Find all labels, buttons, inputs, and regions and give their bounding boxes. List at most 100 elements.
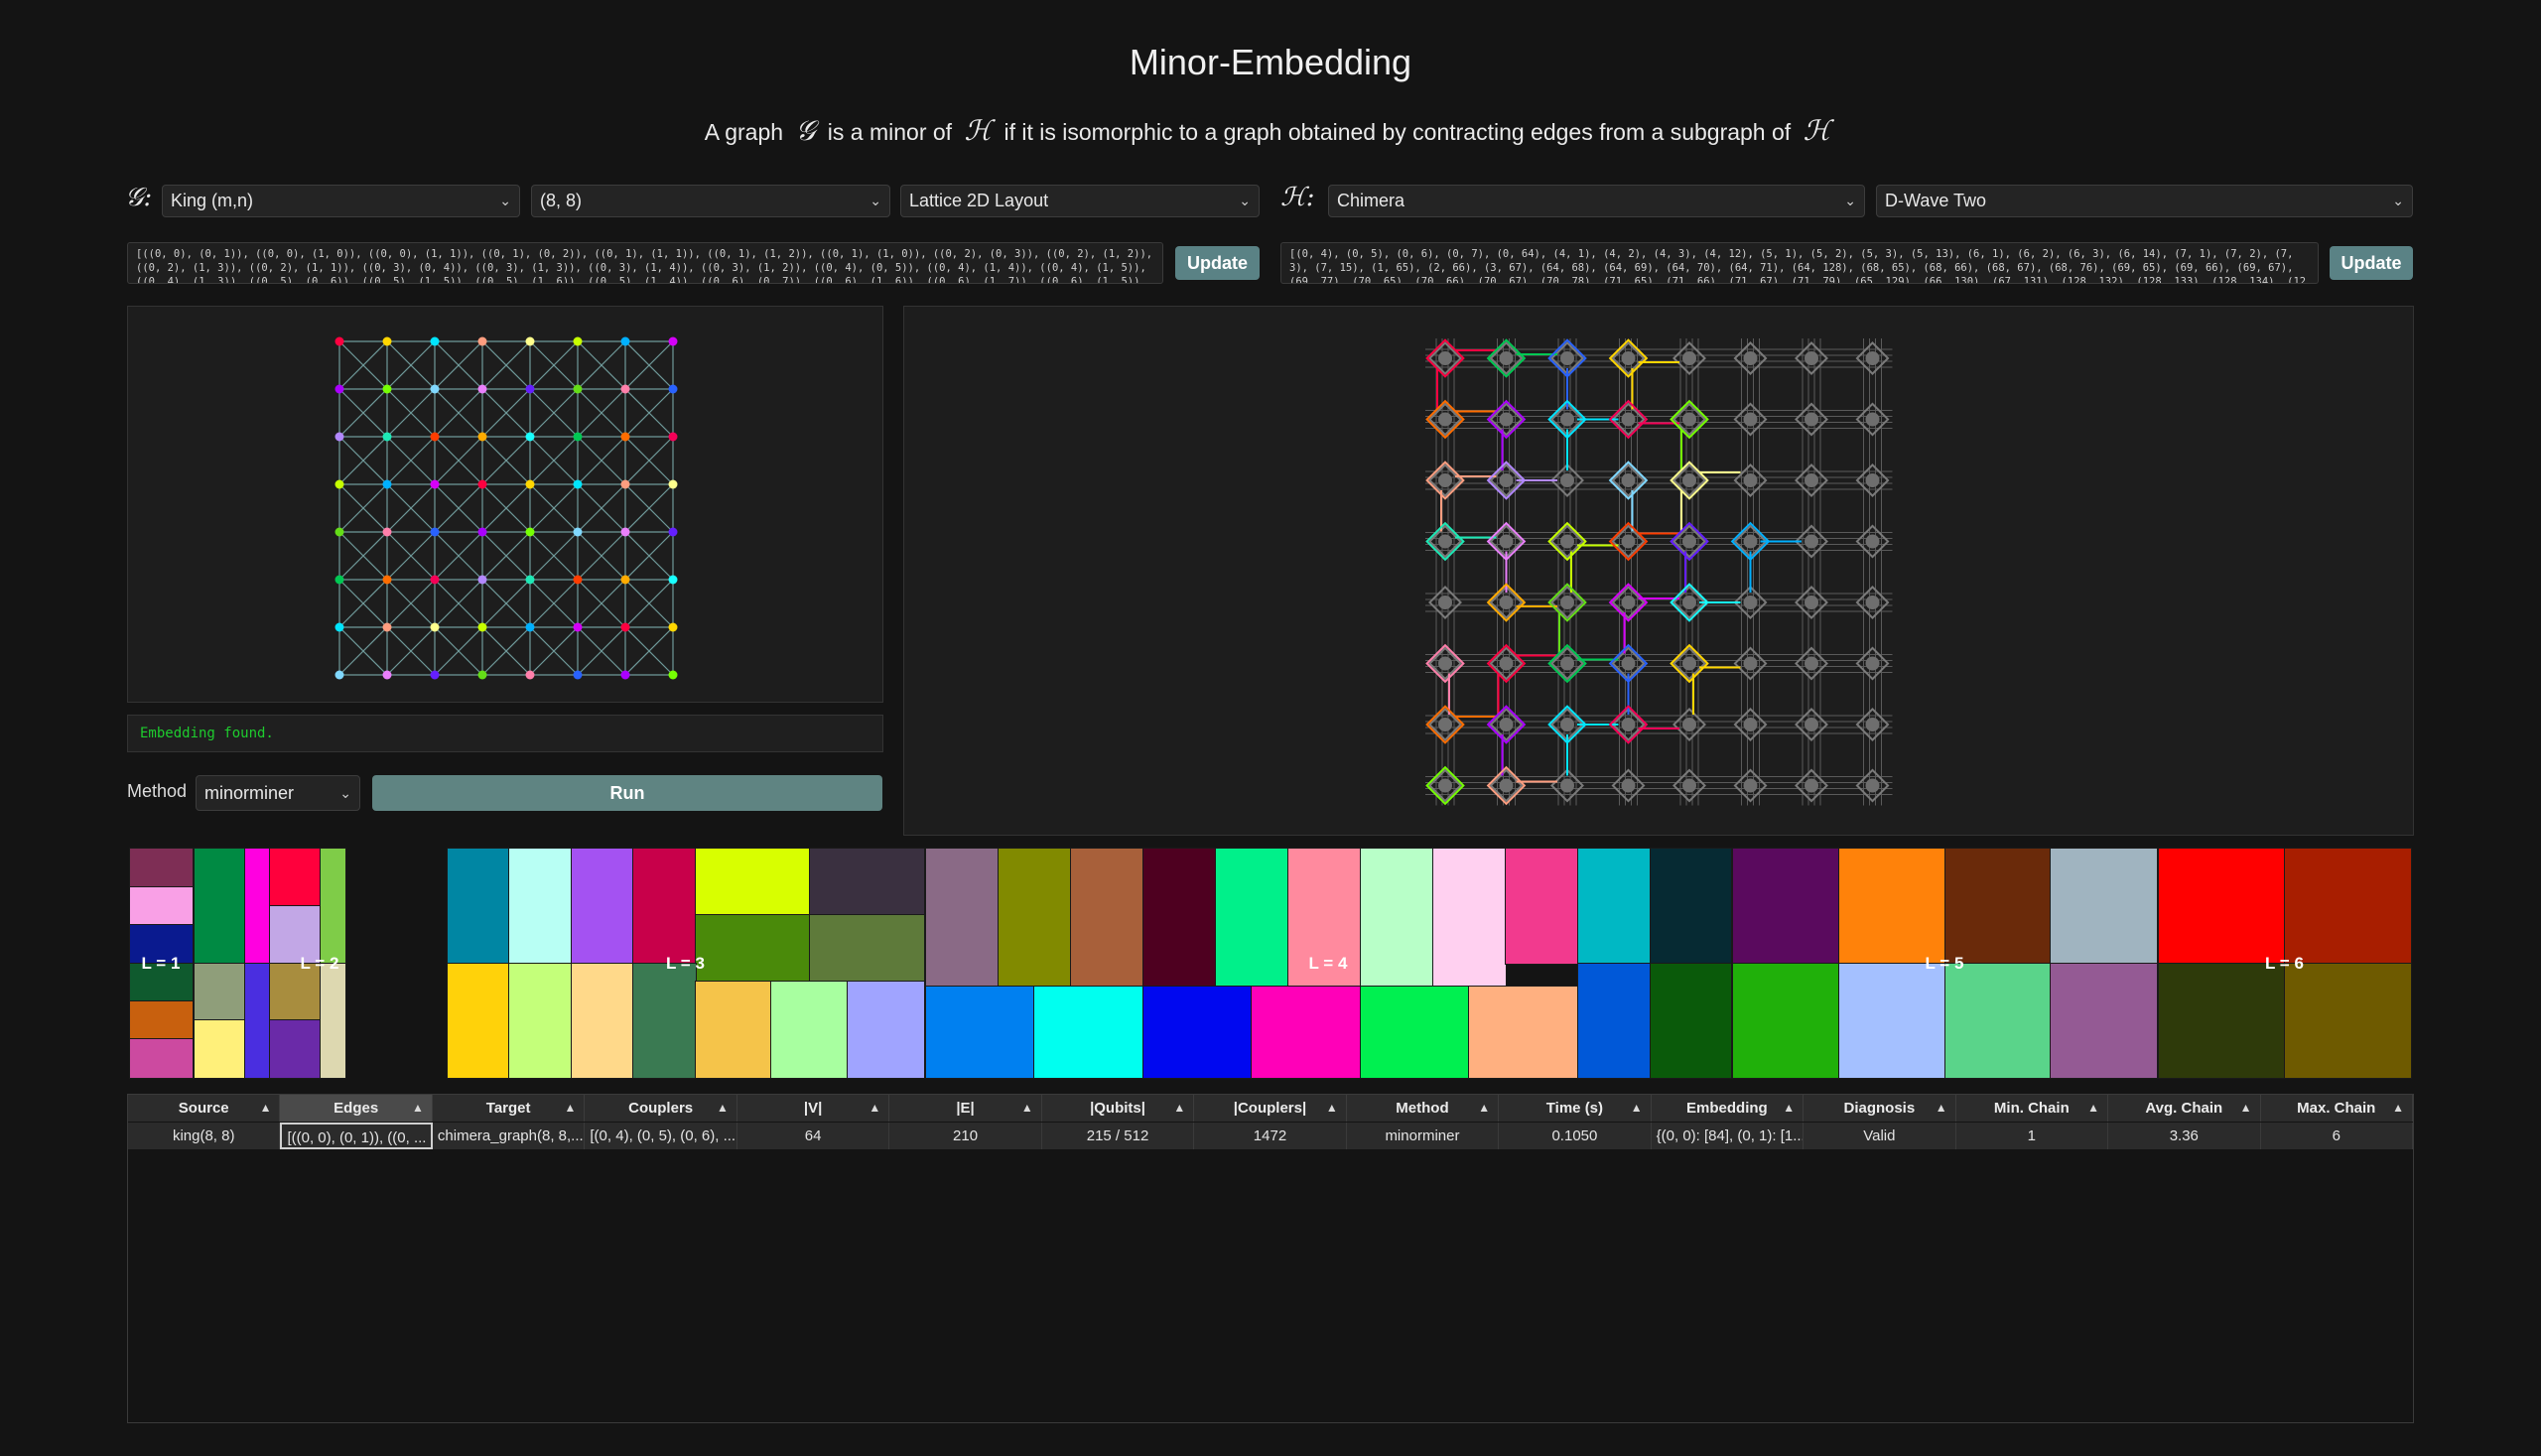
treemap-cell[interactable] xyxy=(129,885,194,927)
column-header[interactable]: |E| ▲ xyxy=(889,1095,1042,1122)
table-cell[interactable]: minorminer xyxy=(1346,1123,1500,1149)
treemap-cell[interactable] xyxy=(194,1019,246,1079)
treemap-cell[interactable] xyxy=(847,980,925,1079)
treemap-cell[interactable] xyxy=(997,848,1072,988)
sort-icon[interactable]: ▲ xyxy=(2240,1095,2252,1122)
treemap-cell[interactable] xyxy=(1359,848,1434,988)
treemap-cell[interactable] xyxy=(1943,848,2053,965)
target-update-button[interactable]: Update xyxy=(2330,246,2413,280)
column-header[interactable]: |Qubits| ▲ xyxy=(1041,1095,1195,1122)
treemap-cell[interactable] xyxy=(508,962,573,1079)
treemap-cell[interactable] xyxy=(1576,962,1652,1079)
treemap-cell[interactable] xyxy=(1214,848,1289,988)
table-cell[interactable]: 1 xyxy=(1955,1123,2109,1149)
treemap-cell[interactable] xyxy=(1732,848,1840,965)
sort-icon[interactable]: ▲ xyxy=(869,1095,880,1122)
treemap-cell[interactable] xyxy=(1837,962,1946,1079)
treemap-cell[interactable] xyxy=(570,848,635,965)
treemap-cell[interactable] xyxy=(1837,848,1946,965)
column-header[interactable]: Diagnosis ▲ xyxy=(1804,1095,1956,1122)
table-cell[interactable]: king(8, 8) xyxy=(128,1123,281,1149)
sort-icon[interactable]: ▲ xyxy=(1326,1095,1338,1122)
sort-icon[interactable]: ▲ xyxy=(1936,1095,1947,1122)
sort-icon[interactable]: ▲ xyxy=(1783,1095,1795,1122)
treemap-cell[interactable] xyxy=(194,962,246,1022)
table-cell[interactable]: 6 xyxy=(2260,1123,2413,1149)
target-variant-select[interactable]: D-Wave Two ⌄ xyxy=(1876,185,2413,217)
treemap-cell[interactable] xyxy=(2284,962,2412,1079)
treemap-cell[interactable] xyxy=(808,913,925,983)
sort-icon[interactable]: ▲ xyxy=(564,1095,576,1122)
treemap-cell[interactable] xyxy=(1943,962,2053,1079)
sort-icon[interactable]: ▲ xyxy=(412,1095,424,1122)
sort-icon[interactable]: ▲ xyxy=(2392,1095,2404,1122)
treemap-cell[interactable] xyxy=(2158,848,2286,965)
treemap-cell[interactable] xyxy=(1504,848,1579,965)
treemap-cell[interactable] xyxy=(632,848,697,965)
treemap-cell[interactable] xyxy=(2158,962,2286,1079)
column-header[interactable]: Method ▲ xyxy=(1346,1095,1500,1122)
table-cell[interactable]: 1472 xyxy=(1194,1123,1347,1149)
target-edges-input[interactable]: [(0, 4), (0, 5), (0, 6), (0, 7), (0, 64)… xyxy=(1280,242,2319,284)
column-header[interactable]: Max. Chain ▲ xyxy=(2260,1095,2413,1122)
source-edges-input[interactable]: [((0, 0), (0, 1)), ((0, 0), (1, 0)), ((0… xyxy=(127,242,1163,284)
treemap-cell[interactable] xyxy=(129,848,194,888)
treemap-cell[interactable] xyxy=(1732,962,1840,1079)
run-button[interactable]: Run xyxy=(372,775,882,811)
treemap-cell[interactable] xyxy=(1649,962,1732,1079)
treemap-cell[interactable] xyxy=(446,848,511,965)
treemap-cell[interactable] xyxy=(570,962,635,1079)
treemap-cell[interactable] xyxy=(2284,848,2412,965)
treemap-cell[interactable] xyxy=(194,848,246,965)
table-cell[interactable]: 64 xyxy=(736,1123,890,1149)
treemap-cell[interactable] xyxy=(508,848,573,965)
treemap-cell[interactable] xyxy=(632,962,697,1079)
treemap-cell[interactable] xyxy=(1359,985,1471,1079)
source-size-select[interactable]: (8, 8) ⌄ xyxy=(531,185,890,217)
treemap-cell[interactable] xyxy=(2050,848,2158,965)
column-header[interactable]: Avg. Chain ▲ xyxy=(2108,1095,2261,1122)
table-cell[interactable]: 3.36 xyxy=(2108,1123,2261,1149)
sort-icon[interactable]: ▲ xyxy=(1631,1095,1643,1122)
sort-icon[interactable]: ▲ xyxy=(1478,1095,1490,1122)
column-header[interactable]: |Couplers| ▲ xyxy=(1194,1095,1347,1122)
column-header[interactable]: Edges ▲ xyxy=(280,1095,433,1122)
treemap-cell[interactable] xyxy=(243,962,271,1079)
treemap-cell[interactable] xyxy=(129,1038,194,1079)
sort-icon[interactable]: ▲ xyxy=(260,1095,272,1122)
column-header[interactable]: Target ▲ xyxy=(432,1095,586,1122)
table-cell[interactable]: {(0, 0): [84], (0, 1): [1... xyxy=(1651,1123,1805,1149)
sort-icon[interactable]: ▲ xyxy=(1173,1095,1185,1122)
table-cell[interactable]: [(0, 4), (0, 5), (0, 6), ... xyxy=(585,1123,737,1149)
treemap-cell[interactable] xyxy=(1576,848,1652,965)
king-graph-canvas[interactable] xyxy=(128,307,882,702)
treemap-cell[interactable] xyxy=(319,962,346,1079)
treemap-cell[interactable] xyxy=(1069,848,1144,988)
treemap-cell[interactable] xyxy=(268,848,322,907)
sort-icon[interactable]: ▲ xyxy=(717,1095,729,1122)
target-family-select[interactable]: Chimera ⌄ xyxy=(1328,185,1865,217)
treemap-cell[interactable] xyxy=(924,985,1036,1079)
treemap-cell[interactable] xyxy=(694,848,811,916)
source-family-select[interactable]: King (m,n) ⌄ xyxy=(162,185,520,217)
source-update-button[interactable]: Update xyxy=(1175,246,1260,280)
treemap-cell[interactable] xyxy=(2050,962,2158,1079)
treemap-cell[interactable] xyxy=(1431,848,1507,988)
treemap-cell[interactable] xyxy=(129,1000,194,1041)
treemap-cell[interactable] xyxy=(1033,985,1144,1079)
table-cell[interactable]: [((0, 0), (0, 1)), ((0, ... xyxy=(280,1123,433,1149)
treemap-cell[interactable] xyxy=(925,848,1000,988)
treemap-cell[interactable] xyxy=(770,980,850,1079)
treemap-cell[interactable] xyxy=(1141,848,1217,988)
column-header[interactable]: Couplers ▲ xyxy=(585,1095,737,1122)
treemap-cell[interactable] xyxy=(694,980,773,1079)
treemap-cell[interactable] xyxy=(446,962,511,1079)
column-header[interactable]: Embedding ▲ xyxy=(1651,1095,1805,1122)
treemap-cell[interactable] xyxy=(808,848,925,916)
sort-icon[interactable]: ▲ xyxy=(2087,1095,2099,1122)
treemap-cell[interactable] xyxy=(1141,985,1254,1079)
column-header[interactable]: Time (s) ▲ xyxy=(1499,1095,1652,1122)
treemap-cell[interactable] xyxy=(1251,985,1362,1079)
table-cell[interactable]: 210 xyxy=(889,1123,1042,1149)
column-header[interactable]: |V| ▲ xyxy=(736,1095,890,1122)
